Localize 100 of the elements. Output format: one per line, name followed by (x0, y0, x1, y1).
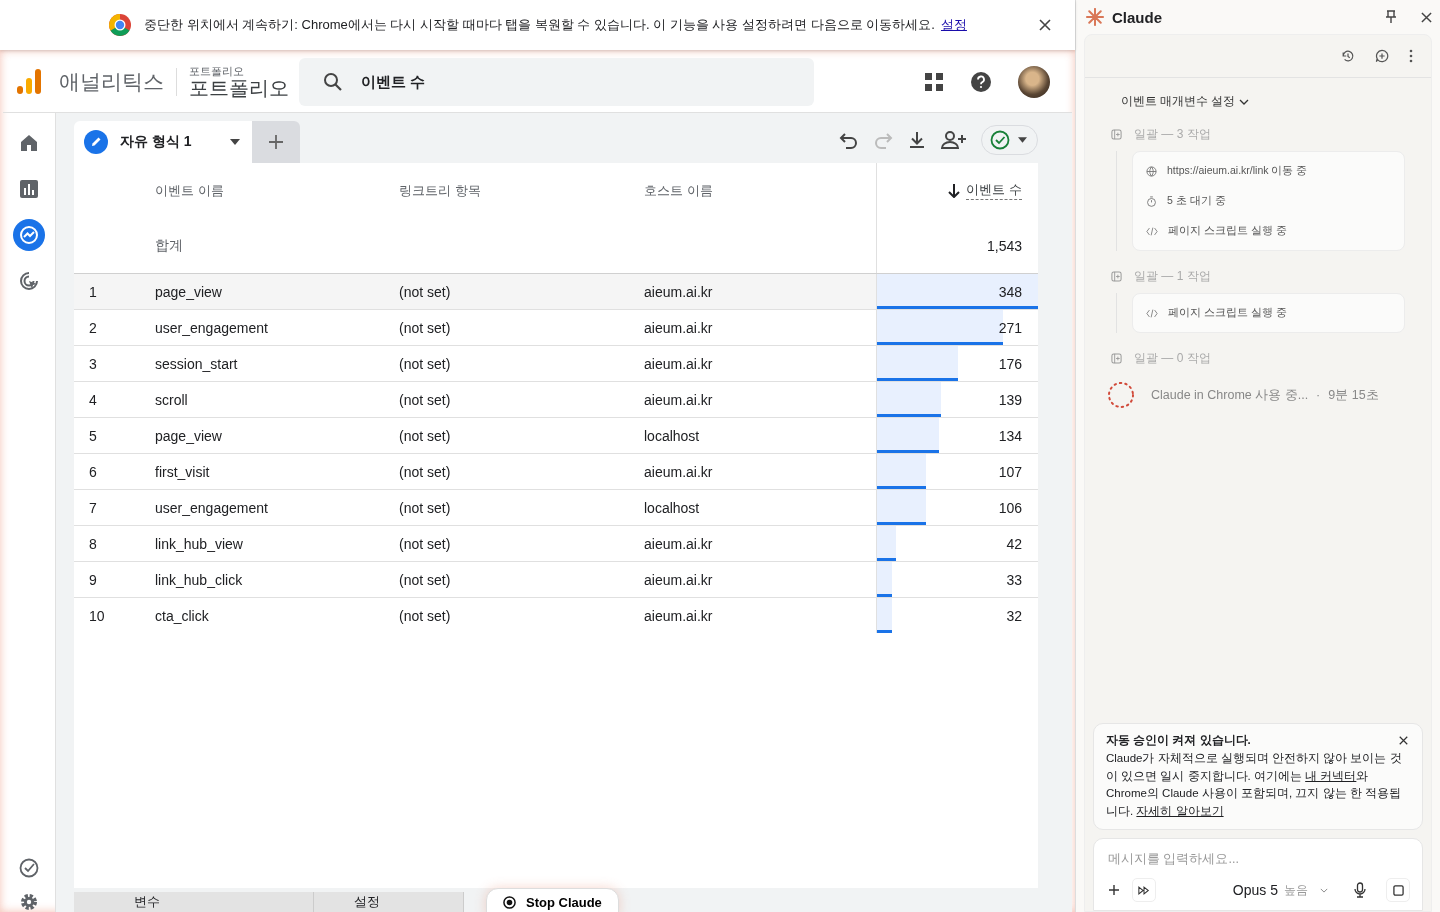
table-cell: aieum.ai.kr (644, 607, 713, 624)
elapsed-time: 9분 15초 (1328, 386, 1379, 404)
table-cell: (not set) (399, 391, 451, 408)
tab[interactable]: 자유 형식 1 (74, 121, 252, 163)
record-icon (503, 895, 516, 909)
product-name: 애널리틱스 (59, 68, 177, 96)
table-cell: cta_click (155, 607, 209, 624)
table-cell: scroll (155, 391, 188, 408)
batch-title: 일괄 — 1 작업 (1134, 267, 1211, 285)
settings-icon[interactable] (19, 892, 39, 912)
explore-icon[interactable] (13, 219, 45, 251)
chevron-down-icon (1320, 887, 1328, 893)
bottom-tab[interactable]: 설정 (314, 892, 464, 912)
download-icon[interactable] (907, 130, 927, 150)
step-text: https://aieum.ai.kr/link 이동 중 (1167, 164, 1308, 178)
stop-button[interactable]: Stop Claude (486, 888, 619, 912)
table-cell: link_hub_view (155, 535, 243, 552)
chevron-down-icon (1239, 98, 1250, 105)
table-cell: (not set) (399, 319, 451, 336)
table-cell: link_hub_click (155, 571, 243, 588)
square-icon (1392, 884, 1404, 896)
table-cell: (not set) (399, 463, 451, 480)
notice-link[interactable]: 자세히 알아보기 (1136, 805, 1224, 818)
analytics-logo-icon[interactable] (17, 68, 41, 96)
batch-title: 일괄 — 3 작업 (1134, 125, 1211, 143)
notice-title: 자동 승인이 켜져 있습니다. (1106, 732, 1252, 748)
batch-icon (1111, 270, 1122, 282)
table-cell: (not set) (399, 571, 451, 588)
dropdown-icon (230, 139, 240, 145)
check-circle-icon[interactable] (19, 858, 39, 878)
add-tab-button[interactable] (252, 121, 300, 163)
total-label: 합계 (155, 236, 183, 255)
row-number: 9 (89, 571, 97, 588)
timer-icon (1146, 195, 1157, 207)
fast-forward-button[interactable] (1132, 878, 1156, 902)
panel-title: Claude (1112, 8, 1163, 26)
microphone-icon[interactable] (1354, 882, 1366, 898)
table-cell: aieum.ai.kr (644, 571, 713, 588)
model-selector[interactable]: Opus 5 (1232, 882, 1278, 898)
table-cell: (not set) (399, 535, 451, 552)
table-cell: page_view (155, 283, 222, 300)
table-cell: aieum.ai.kr (644, 319, 713, 336)
row-number: 8 (89, 535, 97, 552)
dropdown-icon (1018, 137, 1027, 143)
apps-grid-icon[interactable] (924, 72, 944, 92)
search-field[interactable]: 이벤트 수 (299, 58, 814, 106)
add-user-icon[interactable] (941, 130, 967, 150)
notice-link[interactable]: 내 커넥터 (1305, 769, 1357, 782)
plus-icon[interactable] (1108, 884, 1120, 896)
row-number: 5 (89, 427, 97, 444)
close-icon[interactable] (1039, 19, 1051, 31)
table-cell: session_start (155, 355, 238, 372)
plus-icon (268, 134, 284, 150)
row-number: 1 (89, 283, 97, 300)
row-number: 7 (89, 499, 97, 516)
section-toggle[interactable]: 이벤트 매개변수 설정 (1121, 94, 1405, 109)
separator: · (1316, 388, 1321, 402)
table-cell: (not set) (399, 427, 451, 444)
table-cell: first_visit (155, 463, 210, 480)
row-number: 6 (89, 463, 97, 480)
avatar[interactable] (1018, 66, 1050, 98)
more-icon[interactable] (1409, 49, 1413, 63)
history-icon[interactable] (1341, 49, 1355, 63)
table-cell: localhost (644, 499, 700, 516)
step-text: 페이지 스크립트 실행 중 (1168, 306, 1287, 320)
column-header[interactable]: 이벤트 이름 (155, 181, 224, 200)
step-text: 페이지 스크립트 실행 중 (1168, 224, 1287, 238)
table-cell: (not set) (399, 283, 451, 300)
table-cell: (not set) (399, 355, 451, 372)
row-number: 3 (89, 355, 97, 372)
table-cell: aieum.ai.kr (644, 283, 713, 300)
table-cell: (not set) (399, 607, 451, 624)
bottom-tab[interactable]: 변수 (74, 892, 314, 912)
notification-message: 중단한 위치에서 계속하기: Chrome에서는 다시 시작할 때마다 탭을 복원할 수 있습니다. 이 기능을 사용 설정하려면 다음으로 이동하세요. (144, 16, 935, 34)
table-cell: aieum.ai.kr (644, 391, 713, 408)
total-value: 1,543 (986, 237, 1022, 254)
account-selector[interactable]: 포트폴리오 포트폴리오 (189, 64, 289, 100)
new-chat-icon[interactable] (1375, 49, 1389, 63)
column-header[interactable]: 링크트리 항목 (399, 181, 481, 200)
code-icon (1146, 308, 1158, 318)
table-cell: 176 (998, 355, 1022, 372)
close-icon[interactable] (1399, 735, 1408, 745)
table-cell: 32 (1006, 607, 1022, 624)
table-cell: page_view (155, 427, 222, 444)
table-cell: 271 (998, 319, 1022, 336)
stop-square-button[interactable] (1386, 878, 1410, 902)
column-header[interactable]: 이벤트 수 (966, 181, 1022, 200)
code-icon (1146, 226, 1158, 236)
undo-icon[interactable] (839, 130, 859, 150)
table-cell: aieum.ai.kr (644, 463, 713, 480)
help-icon[interactable] (970, 71, 992, 93)
check-circle-icon (990, 130, 1010, 150)
table-cell: 33 (1006, 571, 1022, 588)
pin-icon[interactable] (1385, 10, 1397, 24)
settings-link[interactable]: 설정 (940, 16, 967, 34)
close-icon[interactable] (1421, 11, 1432, 23)
batch-icon (1111, 352, 1122, 364)
table-cell: aieum.ai.kr (644, 535, 713, 552)
pencil-icon (84, 130, 108, 154)
column-header[interactable]: 호스트 이름 (644, 181, 713, 200)
